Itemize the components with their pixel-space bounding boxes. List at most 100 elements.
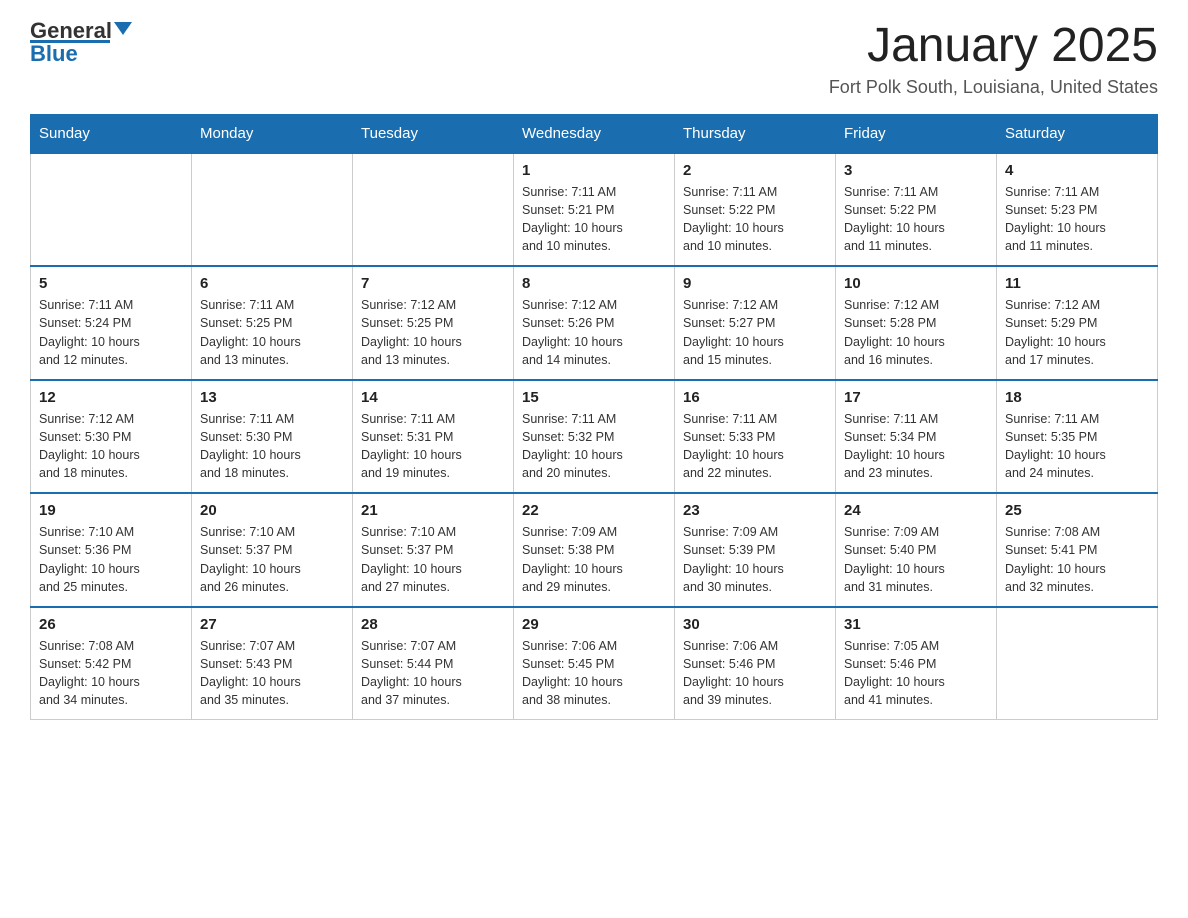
day-number: 16 <box>683 389 827 406</box>
day-info: Sunrise: 7:10 AMSunset: 5:37 PMDaylight:… <box>361 523 505 596</box>
day-number: 12 <box>39 389 183 406</box>
day-info: Sunrise: 7:11 AMSunset: 5:25 PMDaylight:… <box>200 296 344 369</box>
calendar-header-sunday: Sunday <box>31 114 192 153</box>
day-info: Sunrise: 7:12 AMSunset: 5:28 PMDaylight:… <box>844 296 988 369</box>
day-number: 19 <box>39 502 183 519</box>
day-number: 3 <box>844 162 988 179</box>
calendar-cell: 21 Sunrise: 7:10 AMSunset: 5:37 PMDayligh… <box>353 493 514 607</box>
calendar-cell <box>31 153 192 267</box>
day-info: Sunrise: 7:06 AMSunset: 5:46 PMDaylight:… <box>683 637 827 710</box>
calendar-cell: 3 Sunrise: 7:11 AMSunset: 5:22 PMDaylight… <box>836 153 997 267</box>
day-number: 24 <box>844 502 988 519</box>
day-info: Sunrise: 7:11 AMSunset: 5:34 PMDaylight:… <box>844 410 988 483</box>
calendar-cell: 1Sunrise: 7:11 AMSunset: 5:21 PMDaylight… <box>514 153 675 267</box>
day-number: 8 <box>522 275 666 292</box>
day-info: Sunrise: 7:11 AMSunset: 5:32 PMDaylight:… <box>522 410 666 483</box>
logo: General Blue <box>30 20 132 65</box>
page-subtitle: Fort Polk South, Louisiana, United State… <box>829 77 1158 98</box>
calendar-cell: 29Sunrise: 7:06 AMSunset: 5:45 PMDayligh… <box>514 607 675 720</box>
title-area: January 2025 Fort Polk South, Louisiana,… <box>829 20 1158 98</box>
day-info: Sunrise: 7:09 AMSunset: 5:39 PMDaylight:… <box>683 523 827 596</box>
day-number: 17 <box>844 389 988 406</box>
day-number: 14 <box>361 389 505 406</box>
page-title: January 2025 <box>829 20 1158 73</box>
day-number: 21 <box>361 502 505 519</box>
calendar-header-thursday: Thursday <box>675 114 836 153</box>
calendar-header-saturday: Saturday <box>997 114 1158 153</box>
calendar-cell: 30 Sunrise: 7:06 AMSunset: 5:46 PMDayligh… <box>675 607 836 720</box>
page-header: General Blue January 2025 Fort Polk Sout… <box>30 20 1158 98</box>
calendar-cell: 4Sunrise: 7:11 AMSunset: 5:23 PMDaylight… <box>997 153 1158 267</box>
day-number: 23 <box>683 502 827 519</box>
day-info: Sunrise: 7:06 AMSunset: 5:45 PMDaylight:… <box>522 637 666 710</box>
day-number: 9 <box>683 275 827 292</box>
day-number: 27 <box>200 616 344 633</box>
day-info: Sunrise: 7:11 AMSunset: 5:31 PMDaylight:… <box>361 410 505 483</box>
day-number: 11 <box>1005 275 1149 292</box>
day-info: Sunrise: 7:09 AMSunset: 5:40 PMDaylight:… <box>844 523 988 596</box>
logo-triangle-icon <box>114 22 132 35</box>
day-number: 20 <box>200 502 344 519</box>
day-number: 2 <box>683 162 827 179</box>
day-info: Sunrise: 7:12 AMSunset: 5:25 PMDaylight:… <box>361 296 505 369</box>
week-row-5: 26 Sunrise: 7:08 AMSunset: 5:42 PMDayligh… <box>31 607 1158 720</box>
day-info: Sunrise: 7:11 AMSunset: 5:33 PMDaylight:… <box>683 410 827 483</box>
day-info: Sunrise: 7:11 AMSunset: 5:22 PMDaylight:… <box>683 183 827 256</box>
calendar-cell: 27 Sunrise: 7:07 AMSunset: 5:43 PMDayligh… <box>192 607 353 720</box>
calendar-cell: 8 Sunrise: 7:12 AMSunset: 5:26 PMDaylight… <box>514 266 675 380</box>
day-number: 6 <box>200 275 344 292</box>
week-row-1: 1Sunrise: 7:11 AMSunset: 5:21 PMDaylight… <box>31 153 1158 267</box>
day-info: Sunrise: 7:12 AMSunset: 5:27 PMDaylight:… <box>683 296 827 369</box>
day-info: Sunrise: 7:10 AMSunset: 5:36 PMDaylight:… <box>39 523 183 596</box>
day-number: 10 <box>844 275 988 292</box>
calendar-cell <box>997 607 1158 720</box>
calendar-cell: 13 Sunrise: 7:11 AMSunset: 5:30 PMDayligh… <box>192 380 353 494</box>
calendar-cell: 7Sunrise: 7:12 AMSunset: 5:25 PMDaylight… <box>353 266 514 380</box>
calendar-cell: 10 Sunrise: 7:12 AMSunset: 5:28 PMDayligh… <box>836 266 997 380</box>
calendar-cell: 6 Sunrise: 7:11 AMSunset: 5:25 PMDaylight… <box>192 266 353 380</box>
day-info: Sunrise: 7:12 AMSunset: 5:26 PMDaylight:… <box>522 296 666 369</box>
day-info: Sunrise: 7:08 AMSunset: 5:42 PMDaylight:… <box>39 637 183 710</box>
calendar-cell: 20 Sunrise: 7:10 AMSunset: 5:37 PMDayligh… <box>192 493 353 607</box>
calendar-cell: 18Sunrise: 7:11 AMSunset: 5:35 PMDayligh… <box>997 380 1158 494</box>
week-row-4: 19 Sunrise: 7:10 AMSunset: 5:36 PMDayligh… <box>31 493 1158 607</box>
calendar-cell: 11Sunrise: 7:12 AMSunset: 5:29 PMDayligh… <box>997 266 1158 380</box>
calendar-cell <box>192 153 353 267</box>
calendar-cell: 31Sunrise: 7:05 AMSunset: 5:46 PMDayligh… <box>836 607 997 720</box>
day-info: Sunrise: 7:11 AMSunset: 5:23 PMDaylight:… <box>1005 183 1149 256</box>
calendar-cell: 15 Sunrise: 7:11 AMSunset: 5:32 PMDayligh… <box>514 380 675 494</box>
day-number: 5 <box>39 275 183 292</box>
day-info: Sunrise: 7:05 AMSunset: 5:46 PMDaylight:… <box>844 637 988 710</box>
calendar-cell: 25 Sunrise: 7:08 AMSunset: 5:41 PMDayligh… <box>997 493 1158 607</box>
calendar-cell: 23 Sunrise: 7:09 AMSunset: 5:39 PMDayligh… <box>675 493 836 607</box>
day-info: Sunrise: 7:11 AMSunset: 5:22 PMDaylight:… <box>844 183 988 256</box>
calendar-cell: 28 Sunrise: 7:07 AMSunset: 5:44 PMDayligh… <box>353 607 514 720</box>
logo-text-blue: Blue <box>30 43 78 65</box>
day-number: 25 <box>1005 502 1149 519</box>
calendar-cell: 19 Sunrise: 7:10 AMSunset: 5:36 PMDayligh… <box>31 493 192 607</box>
day-info: Sunrise: 7:07 AMSunset: 5:43 PMDaylight:… <box>200 637 344 710</box>
day-info: Sunrise: 7:11 AMSunset: 5:30 PMDaylight:… <box>200 410 344 483</box>
calendar-header-wednesday: Wednesday <box>514 114 675 153</box>
calendar-cell: 14 Sunrise: 7:11 AMSunset: 5:31 PMDayligh… <box>353 380 514 494</box>
calendar-header-monday: Monday <box>192 114 353 153</box>
day-info: Sunrise: 7:10 AMSunset: 5:37 PMDaylight:… <box>200 523 344 596</box>
calendar-header-row: SundayMondayTuesdayWednesdayThursdayFrid… <box>31 114 1158 153</box>
day-info: Sunrise: 7:08 AMSunset: 5:41 PMDaylight:… <box>1005 523 1149 596</box>
day-number: 22 <box>522 502 666 519</box>
calendar-table: SundayMondayTuesdayWednesdayThursdayFrid… <box>30 114 1158 721</box>
calendar-cell: 22Sunrise: 7:09 AMSunset: 5:38 PMDayligh… <box>514 493 675 607</box>
day-number: 1 <box>522 162 666 179</box>
day-number: 15 <box>522 389 666 406</box>
day-number: 13 <box>200 389 344 406</box>
day-info: Sunrise: 7:07 AMSunset: 5:44 PMDaylight:… <box>361 637 505 710</box>
calendar-cell: 16 Sunrise: 7:11 AMSunset: 5:33 PMDayligh… <box>675 380 836 494</box>
day-number: 26 <box>39 616 183 633</box>
calendar-cell <box>353 153 514 267</box>
logo-text-black: General <box>30 20 112 42</box>
calendar-cell: 5Sunrise: 7:11 AMSunset: 5:24 PMDaylight… <box>31 266 192 380</box>
day-number: 30 <box>683 616 827 633</box>
day-number: 28 <box>361 616 505 633</box>
calendar-header-tuesday: Tuesday <box>353 114 514 153</box>
calendar-cell: 17 Sunrise: 7:11 AMSunset: 5:34 PMDayligh… <box>836 380 997 494</box>
